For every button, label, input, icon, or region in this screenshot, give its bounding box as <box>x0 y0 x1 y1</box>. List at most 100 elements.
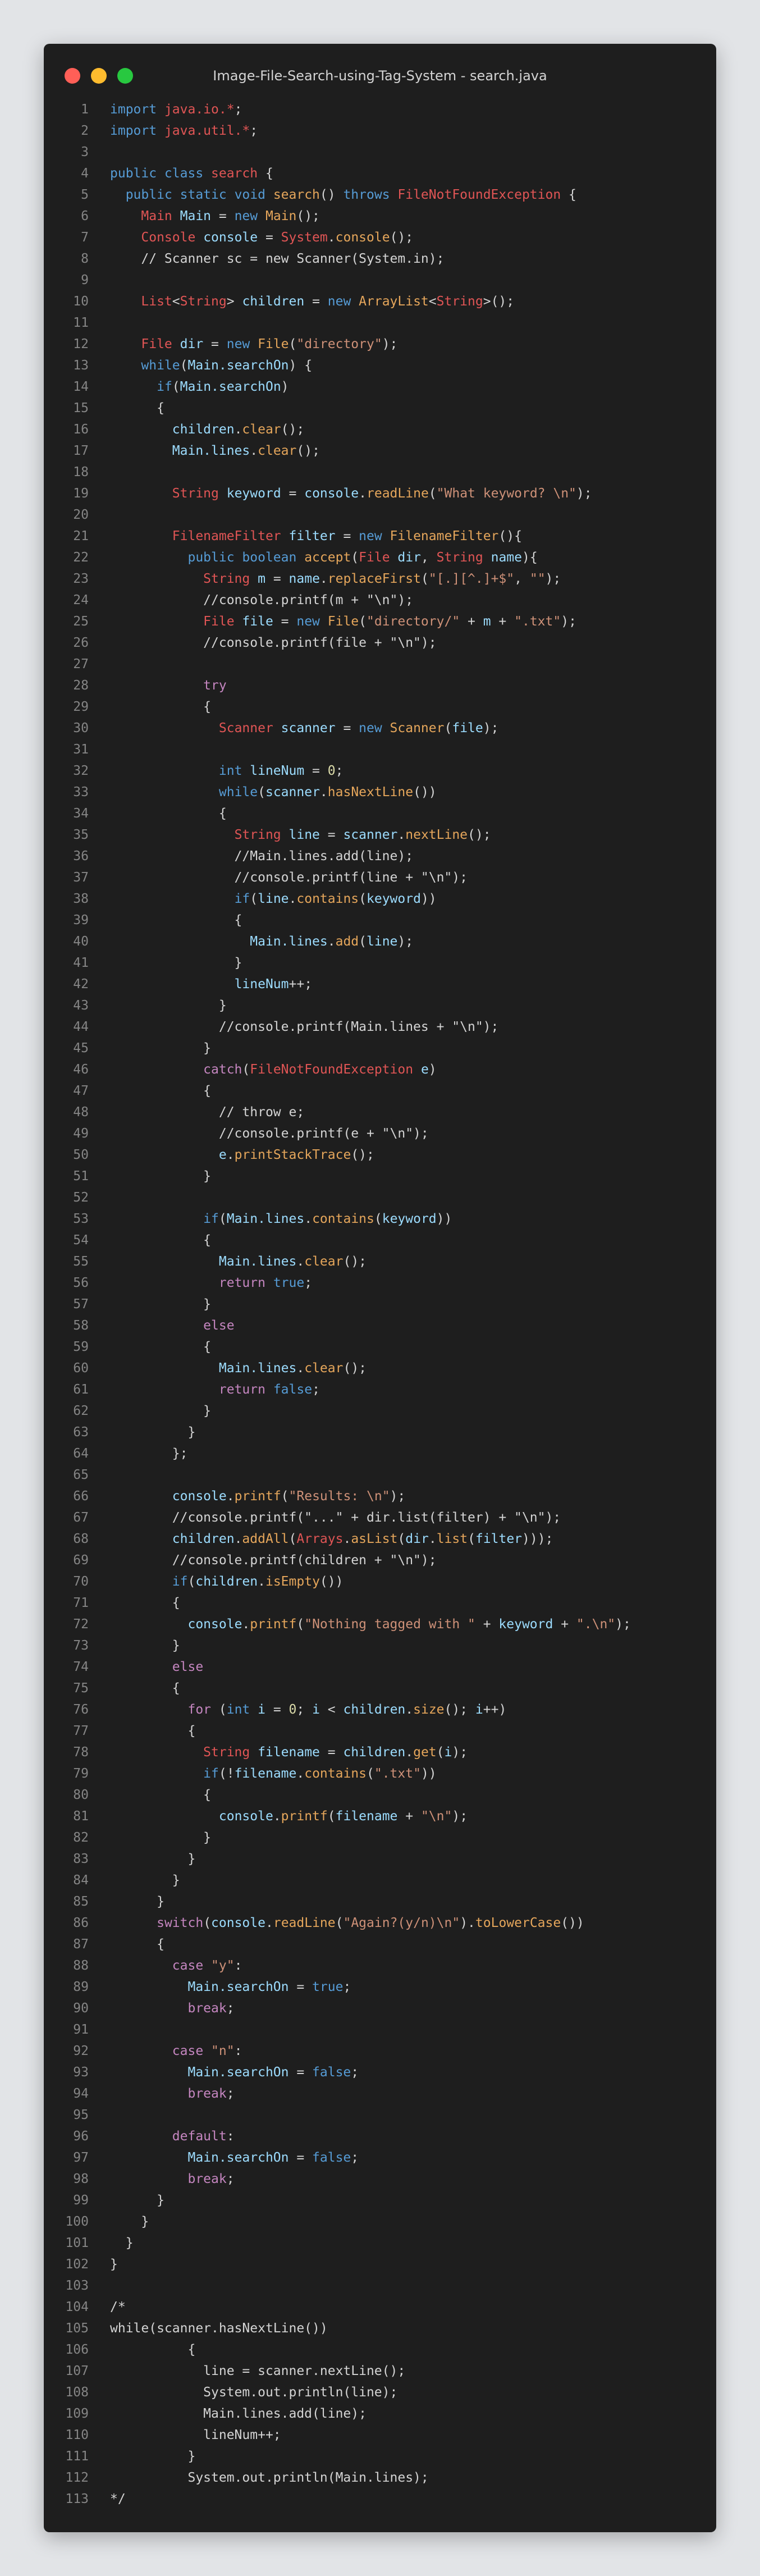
code-line[interactable]: 16 children.clear(); <box>44 419 716 440</box>
code-line[interactable]: 69 //console.printf(children + "\n"); <box>44 1550 716 1571</box>
code-line[interactable]: 56 return true; <box>44 1272 716 1294</box>
code-line[interactable]: 108 System.out.println(line); <box>44 2382 716 2403</box>
code-line[interactable]: 1 import java.io.*; <box>44 99 716 120</box>
code-line[interactable]: 72 console.printf("Nothing tagged with "… <box>44 1614 716 1635</box>
code-line[interactable]: 19 String keyword = console.readLine("Wh… <box>44 483 716 504</box>
code-line[interactable]: 48 // throw e; <box>44 1102 716 1123</box>
code-line[interactable]: 45 } <box>44 1038 716 1059</box>
code-line[interactable]: 29 { <box>44 696 716 718</box>
code-line[interactable]: 33 while(scanner.hasNextLine()) <box>44 782 716 803</box>
code-line[interactable]: 81 console.printf(filename + "\n"); <box>44 1806 716 1827</box>
code-line[interactable]: 47 { <box>44 1080 716 1102</box>
code-line[interactable]: 110 lineNum++; <box>44 2424 716 2446</box>
code-line[interactable]: 28 try <box>44 675 716 696</box>
code-line[interactable]: 7 Console console = System.console(); <box>44 227 716 248</box>
code-line[interactable]: 18 <box>44 462 716 483</box>
code-line[interactable]: 23 String m = name.replaceFirst("[.][^.]… <box>44 568 716 590</box>
code-line[interactable]: 32 int lineNum = 0; <box>44 760 716 782</box>
code-line[interactable]: 38 if(line.contains(keyword)) <box>44 888 716 910</box>
code-line[interactable]: 93 Main.searchOn = false; <box>44 2062 716 2083</box>
code-line[interactable]: 24 //console.printf(m + "\n"); <box>44 590 716 611</box>
code-line[interactable]: 70 if(children.isEmpty()) <box>44 1571 716 1592</box>
code-line[interactable]: 97 Main.searchOn = false; <box>44 2147 716 2168</box>
code-line[interactable]: 77 { <box>44 1720 716 1742</box>
code-line[interactable]: 6 Main Main = new Main(); <box>44 205 716 227</box>
code-line[interactable]: 75 { <box>44 1678 716 1699</box>
code-line[interactable]: 80 { <box>44 1784 716 1806</box>
code-line[interactable]: 4 public class search { <box>44 163 716 184</box>
code-line[interactable]: 92 case "n": <box>44 2040 716 2062</box>
code-line[interactable]: 74 else <box>44 1656 716 1678</box>
code-line[interactable]: 82 } <box>44 1827 716 1848</box>
code-line[interactable]: 40 Main.lines.add(line); <box>44 931 716 952</box>
code-line[interactable]: 36 //Main.lines.add(line); <box>44 846 716 867</box>
code-line[interactable]: 3 <box>44 141 716 163</box>
code-line[interactable]: 42 lineNum++; <box>44 974 716 995</box>
code-line[interactable]: 90 break; <box>44 1998 716 2019</box>
code-line[interactable]: 100 } <box>44 2211 716 2232</box>
code-line[interactable]: 111 } <box>44 2446 716 2467</box>
code-line[interactable]: 89 Main.searchOn = true; <box>44 1976 716 1998</box>
code-line[interactable]: 64 }; <box>44 1443 716 1464</box>
code-line[interactable]: 87 { <box>44 1934 716 1955</box>
code-line[interactable]: 61 return false; <box>44 1379 716 1400</box>
code-line[interactable]: 112 System.out.println(Main.lines); <box>44 2467 716 2488</box>
code-line[interactable]: 104 /* <box>44 2296 716 2318</box>
code-line[interactable]: 49 //console.printf(e + "\n"); <box>44 1123 716 1144</box>
code-line[interactable]: 57 } <box>44 1294 716 1315</box>
code-line[interactable]: 21 FilenameFilter filter = new FilenameF… <box>44 526 716 547</box>
code-line[interactable]: 58 else <box>44 1315 716 1336</box>
code-line[interactable]: 105 while(scanner.hasNextLine()) <box>44 2318 716 2339</box>
code-line[interactable]: 20 <box>44 504 716 526</box>
code-line[interactable]: 11 <box>44 312 716 334</box>
code-line[interactable]: 68 children.addAll(Arrays.asList(dir.lis… <box>44 1528 716 1550</box>
code-line[interactable]: 88 case "y": <box>44 1955 716 1976</box>
code-line[interactable]: 15 { <box>44 398 716 419</box>
code-line[interactable]: 46 catch(FileNotFoundException e) <box>44 1059 716 1080</box>
code-line[interactable]: 94 break; <box>44 2083 716 2104</box>
code-line[interactable]: 26 //console.printf(file + "\n"); <box>44 632 716 654</box>
code-line[interactable]: 37 //console.printf(line + "\n"); <box>44 867 716 888</box>
code-line[interactable]: 113 */ <box>44 2488 716 2510</box>
code-line[interactable]: 60 Main.lines.clear(); <box>44 1358 716 1379</box>
code-line[interactable]: 44 //console.printf(Main.lines + "\n"); <box>44 1016 716 1038</box>
code-line[interactable]: 109 Main.lines.add(line); <box>44 2403 716 2424</box>
code-line[interactable]: 25 File file = new File("directory/" + m… <box>44 611 716 632</box>
code-editor[interactable]: 1 import java.io.*; 2 import java.util.*; 3 4… <box>44 99 716 2510</box>
code-line[interactable]: 99 } <box>44 2190 716 2211</box>
code-line[interactable]: 76 for (int i = 0; i < children.size(); … <box>44 1699 716 1720</box>
code-line[interactable]: 98 break; <box>44 2168 716 2190</box>
code-line[interactable]: 9 <box>44 270 716 291</box>
code-line[interactable]: 13 while(Main.searchOn) { <box>44 355 716 376</box>
code-line[interactable]: 39 { <box>44 910 716 931</box>
code-line[interactable]: 85 } <box>44 1891 716 1912</box>
code-line[interactable]: 2 import java.util.*; <box>44 120 716 141</box>
code-line[interactable]: 66 console.printf("Results: \n"); <box>44 1486 716 1507</box>
code-line[interactable]: 71 { <box>44 1592 716 1614</box>
code-line[interactable]: 35 String line = scanner.nextLine(); <box>44 824 716 846</box>
code-line[interactable]: 10 List<String> children = new ArrayList… <box>44 291 716 312</box>
code-line[interactable]: 83 } <box>44 1848 716 1870</box>
code-line[interactable]: 31 <box>44 739 716 760</box>
code-line[interactable]: 106 { <box>44 2339 716 2360</box>
code-line[interactable]: 73 } <box>44 1635 716 1656</box>
code-line[interactable]: 103 <box>44 2275 716 2296</box>
code-line[interactable]: 55 Main.lines.clear(); <box>44 1251 716 1272</box>
code-line[interactable]: 5 public static void search() throws Fil… <box>44 184 716 205</box>
code-line[interactable]: 95 <box>44 2104 716 2126</box>
code-line[interactable]: 67 //console.printf("..." + dir.list(fil… <box>44 1507 716 1528</box>
code-line[interactable]: 27 <box>44 654 716 675</box>
code-line[interactable]: 63 } <box>44 1422 716 1443</box>
code-line[interactable]: 50 e.printStackTrace(); <box>44 1144 716 1166</box>
code-line[interactable]: 14 if(Main.searchOn) <box>44 376 716 398</box>
code-line[interactable]: 12 File dir = new File("directory"); <box>44 334 716 355</box>
code-line[interactable]: 62 } <box>44 1400 716 1422</box>
code-line[interactable]: 78 String filename = children.get(i); <box>44 1742 716 1763</box>
code-line[interactable]: 91 <box>44 2019 716 2040</box>
code-line[interactable]: 102} <box>44 2254 716 2275</box>
code-line[interactable]: 65 <box>44 1464 716 1486</box>
code-line[interactable]: 79 if(!filename.contains(".txt")) <box>44 1763 716 1784</box>
code-line[interactable]: 17 Main.lines.clear(); <box>44 440 716 462</box>
code-line[interactable]: 107 line = scanner.nextLine(); <box>44 2360 716 2382</box>
code-line[interactable]: 30 Scanner scanner = new Scanner(file); <box>44 718 716 739</box>
